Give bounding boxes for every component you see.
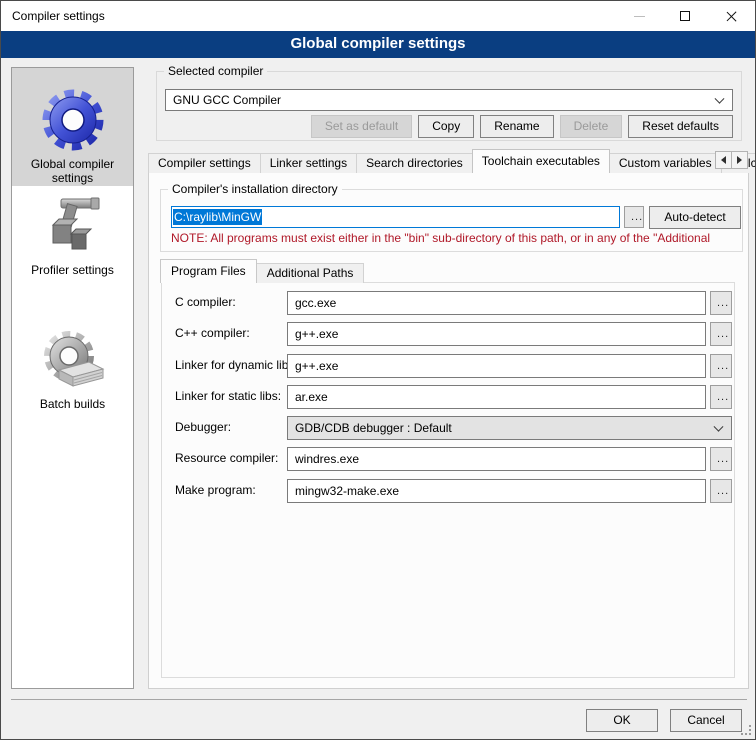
tab-custom-variables[interactable]: Custom variables	[609, 153, 722, 173]
field-value: GDB/CDB debugger : Default	[295, 421, 452, 435]
toolchain-executables-panel: Compiler's installation directory C:\ray…	[148, 172, 749, 689]
arrow-right-icon	[737, 156, 746, 164]
field-label: Linker for static libs:	[175, 389, 281, 403]
resource-compiler-input[interactable]: windres.exe	[287, 447, 706, 471]
field-label: Debugger:	[175, 420, 231, 434]
selected-compiler-group: Selected compiler GNU GCC Compiler Set a…	[156, 71, 742, 141]
tab-scroll-buttons	[716, 151, 748, 169]
delete-button: Delete	[560, 115, 623, 138]
field-value: g++.exe	[295, 327, 338, 341]
browse-dynamic-linker-button[interactable]: ...	[710, 354, 732, 378]
cancel-button[interactable]: Cancel	[670, 709, 742, 732]
tab-program-files[interactable]: Program Files	[160, 259, 257, 283]
browse-resource-compiler-button[interactable]: ...	[710, 447, 732, 471]
page-title: Global compiler settings	[1, 31, 755, 58]
maximize-button[interactable]	[662, 1, 708, 31]
tab-scroll-right-button[interactable]	[731, 151, 748, 169]
static-linker-input[interactable]: ar.exe	[287, 385, 706, 409]
sidebar-item-global-compiler-settings[interactable]: Global compiler settings	[12, 68, 133, 186]
sidebar-item-batch-builds[interactable]: Batch builds	[12, 322, 133, 426]
program-files-panel: C compiler: gcc.exe ... C++ compiler: g+…	[161, 282, 735, 678]
selected-path-text: C:\raylib\MinGW	[173, 209, 262, 225]
field-value: windres.exe	[295, 452, 359, 466]
compiler-select-value: GNU GCC Compiler	[173, 93, 281, 107]
installation-directory-group: Compiler's installation directory C:\ray…	[160, 189, 743, 252]
installation-directory-input[interactable]: C:\raylib\MinGW	[171, 206, 620, 228]
c-compiler-input[interactable]: gcc.exe	[287, 291, 706, 315]
tab-scroll-left-button[interactable]	[715, 151, 732, 169]
group-label: Compiler's installation directory	[168, 182, 342, 196]
make-program-input[interactable]: mingw32-make.exe	[287, 479, 706, 503]
set-as-default-button: Set as default	[311, 115, 412, 138]
close-button[interactable]	[708, 1, 754, 31]
compiler-settings-dialog: Compiler settings Global compiler settin…	[0, 0, 756, 740]
reset-defaults-button[interactable]: Reset defaults	[628, 115, 733, 138]
sidebar-item-profiler-settings[interactable]: Profiler settings	[12, 190, 133, 294]
field-value: ar.exe	[295, 390, 328, 404]
dynamic-linker-input[interactable]: g++.exe	[287, 354, 706, 378]
blue-gear-icon	[41, 88, 105, 152]
browse-directory-button[interactable]: ...	[624, 206, 644, 228]
window-controls	[616, 1, 754, 31]
group-label: Selected compiler	[164, 64, 267, 78]
caliper-icon	[41, 194, 105, 258]
field-value: g++.exe	[295, 359, 338, 373]
chevron-down-icon	[714, 422, 724, 432]
debugger-select[interactable]: GDB/CDB debugger : Default	[287, 416, 732, 440]
auto-detect-button[interactable]: Auto-detect	[649, 206, 741, 229]
compiler-select[interactable]: GNU GCC Compiler	[165, 89, 733, 111]
cpp-compiler-row: C++ compiler: g++.exe ...	[162, 322, 734, 346]
field-label: Make program:	[175, 483, 256, 497]
tab-additional-paths[interactable]: Additional Paths	[256, 263, 365, 283]
browse-c-compiler-button[interactable]: ...	[710, 291, 732, 315]
minimize-icon	[634, 16, 645, 17]
ok-button[interactable]: OK	[586, 709, 658, 732]
dynamic-linker-row: Linker for dynamic libs: g++.exe ...	[162, 354, 734, 378]
field-label: C++ compiler:	[175, 326, 250, 340]
window-title: Compiler settings	[12, 1, 105, 31]
maximize-icon	[680, 11, 690, 21]
debugger-row: Debugger: GDB/CDB debugger : Default	[162, 416, 734, 440]
main-tab-strip: Compiler settings Linker settings Search…	[148, 150, 756, 173]
tab-linker-settings[interactable]: Linker settings	[260, 153, 357, 173]
browse-make-program-button[interactable]: ...	[710, 479, 732, 503]
static-linker-row: Linker for static libs: ar.exe ...	[162, 385, 734, 409]
c-compiler-row: C compiler: gcc.exe ...	[162, 291, 734, 315]
bin-subdirectory-note: NOTE: All programs must exist either in …	[171, 231, 710, 245]
footer-divider	[11, 699, 747, 700]
gray-gear-stack-icon	[41, 328, 105, 392]
sidebar-item-label: Batch builds	[40, 397, 105, 411]
close-icon	[725, 10, 738, 23]
resize-grip-icon[interactable]	[741, 725, 751, 735]
copy-button[interactable]: Copy	[418, 115, 474, 138]
browse-cpp-compiler-button[interactable]: ...	[710, 322, 732, 346]
sidebar-item-label: Global compiler settings	[12, 157, 133, 185]
tab-toolchain-executables[interactable]: Toolchain executables	[472, 149, 610, 173]
tab-search-directories[interactable]: Search directories	[356, 153, 473, 173]
title-bar: Compiler settings	[1, 1, 755, 31]
sidebar-item-label: Profiler settings	[31, 263, 114, 277]
rename-button[interactable]: Rename	[480, 115, 553, 138]
arrow-left-icon	[717, 156, 726, 164]
resource-compiler-row: Resource compiler: windres.exe ...	[162, 447, 734, 471]
minimize-button	[616, 1, 662, 31]
sub-tab-strip: Program Files Additional Paths	[160, 259, 363, 283]
field-label: Resource compiler:	[175, 451, 278, 465]
field-label: C compiler:	[175, 295, 236, 309]
cpp-compiler-input[interactable]: g++.exe	[287, 322, 706, 346]
field-label: Linker for dynamic libs:	[175, 358, 298, 372]
settings-sidebar: Global compiler settings Profiler settin…	[11, 67, 134, 689]
make-program-row: Make program: mingw32-make.exe ...	[162, 479, 734, 503]
browse-static-linker-button[interactable]: ...	[710, 385, 732, 409]
tab-compiler-settings[interactable]: Compiler settings	[148, 153, 261, 173]
field-value: gcc.exe	[295, 296, 336, 310]
field-value: mingw32-make.exe	[295, 484, 399, 498]
compiler-buttons: Set as default Copy Rename Delete Reset …	[311, 115, 733, 138]
chevron-down-icon	[715, 94, 725, 104]
